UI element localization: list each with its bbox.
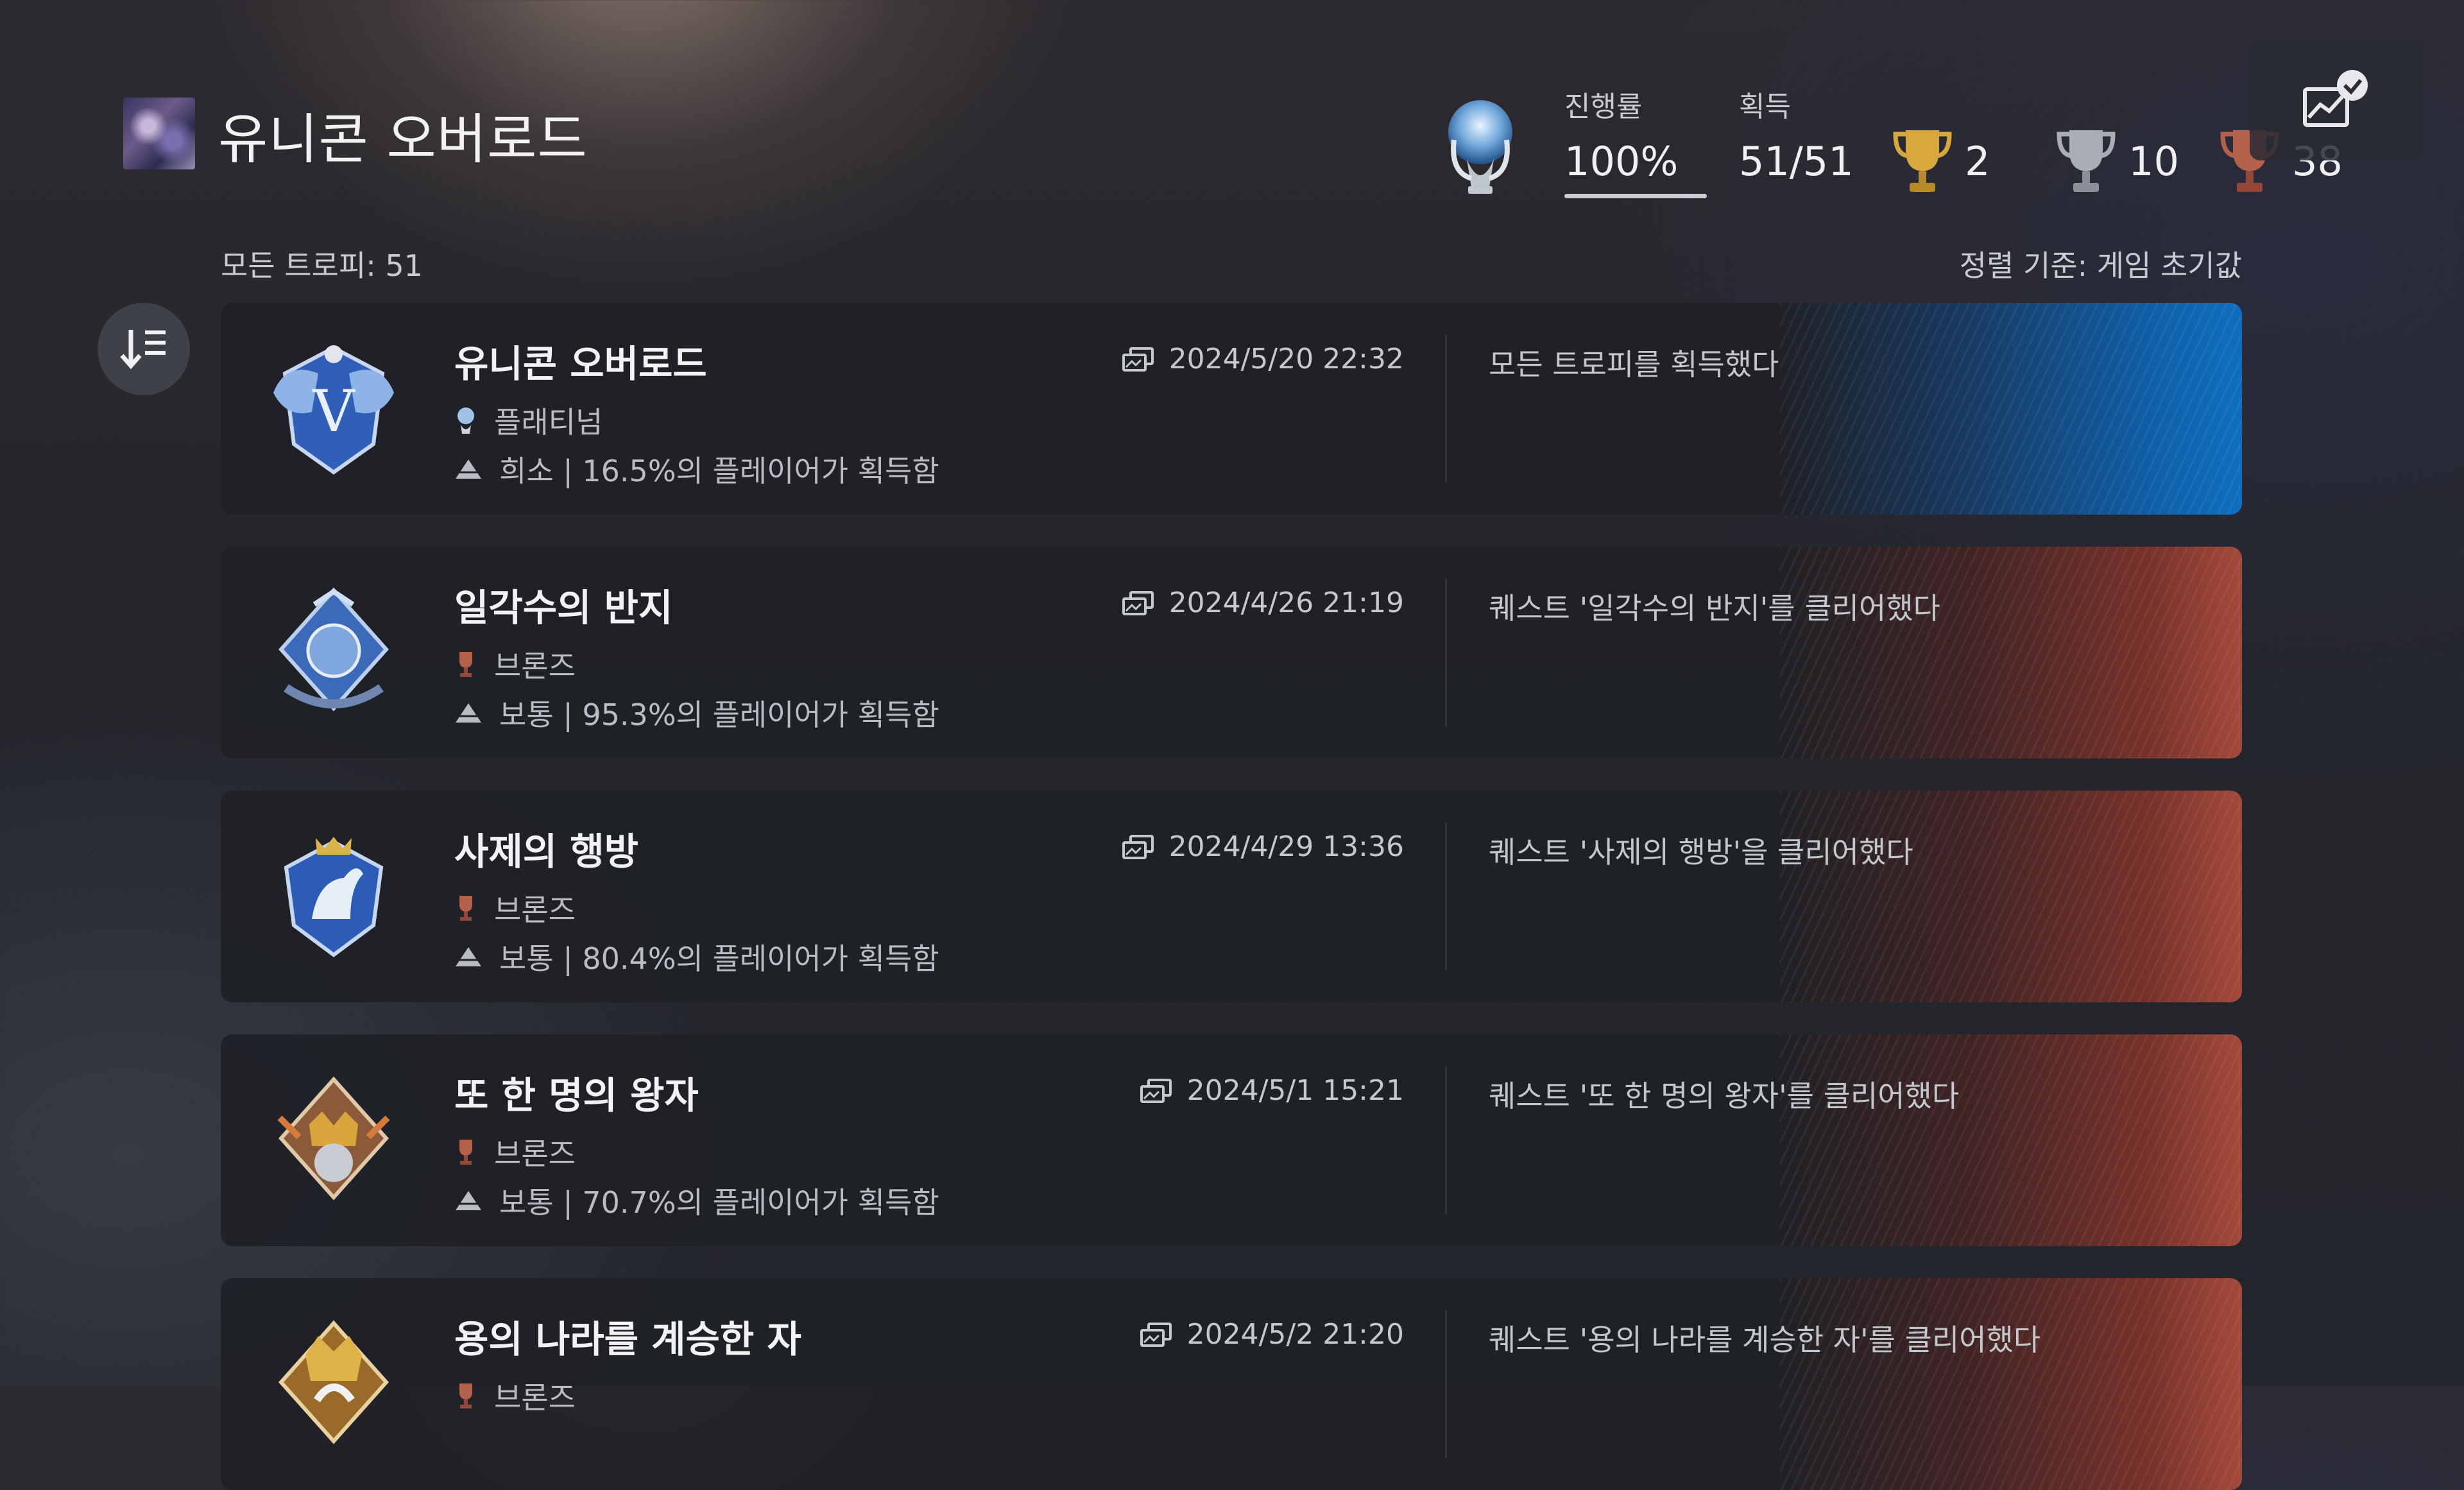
screenshot-icon xyxy=(1140,1078,1172,1103)
trophy-description: 모든 트로피를 획득했다 xyxy=(1489,347,1779,382)
card-accent-stripe xyxy=(1780,1278,2242,1490)
card-accent-stripe xyxy=(1780,791,2242,1002)
trophy-emblem-icon xyxy=(284,837,384,957)
trophy-name: 용의 나라를 계승한 자 xyxy=(454,1317,801,1361)
trophy-progress-button[interactable] xyxy=(2250,39,2423,160)
trophy-grade: 브론즈 xyxy=(494,1136,576,1171)
rarity-icon xyxy=(456,1191,481,1210)
total-trophies-label: 모든 트로피: 51 xyxy=(221,248,423,283)
platinum-trophy-icon xyxy=(1448,100,1512,194)
game-title: 유니콘 오버로드 xyxy=(218,108,588,171)
platinum-trophy-icon xyxy=(458,407,474,434)
trophy-rarity: 보통 | 95.3%의 플레이어가 획득함 xyxy=(499,698,939,732)
sort-order-label[interactable]: 정렬 기준: 게임 초기값 xyxy=(1960,243,2242,285)
gold-trophy-icon xyxy=(1893,130,1952,192)
bronze-trophy-icon xyxy=(459,652,472,677)
card-accent-stripe xyxy=(1780,1034,2242,1246)
card-accent-stripe xyxy=(1780,303,2242,515)
rarity-icon xyxy=(456,703,481,723)
screenshot-icon xyxy=(1140,1322,1172,1347)
card-divider xyxy=(1445,579,1447,726)
trophy-card[interactable]: 일각수의 반지 브론즈 보통 | 95.3%의 플레이어가 획득함 2024/4… xyxy=(221,547,2242,758)
trophy-earned-date: 2024/4/26 21:19 xyxy=(1168,587,1404,619)
trophy-card[interactable]: V 유니콘 오버로드 플래티넘 희소 | 16.5%의 플레이어가 획득함 20… xyxy=(221,303,2242,515)
trophy-description: 퀘스트 '사제의 행방'을 클리어했다 xyxy=(1489,835,1913,869)
trophy-earned-date: 2024/5/2 21:20 xyxy=(1186,1318,1404,1351)
card-divider xyxy=(1445,1066,1447,1214)
trophy-description: 퀘스트 '또 한 명의 왕자'를 클리어했다 xyxy=(1489,1079,1960,1113)
trophy-rarity: 보통 | 80.4%의 플레이어가 획득함 xyxy=(499,941,939,976)
card-accent-stripe xyxy=(1780,547,2242,758)
trophy-grade: 브론즈 xyxy=(494,649,576,683)
trophy-name: 또 한 명의 왕자 xyxy=(454,1074,699,1117)
trophy-description: 퀘스트 '일각수의 반지'를 클리어했다 xyxy=(1489,591,1940,626)
screenshot-icon xyxy=(1122,590,1154,615)
trophy-emblem-icon xyxy=(278,1320,389,1444)
progress-label: 진행률 xyxy=(1564,90,1643,123)
svg-text:V: V xyxy=(312,378,356,445)
screenshot-icon xyxy=(1122,347,1154,372)
trophy-name: 사제의 행방 xyxy=(454,830,638,873)
progress-bar xyxy=(1564,194,1707,198)
bronze-trophy-icon xyxy=(459,1383,472,1409)
earned-value: 51/51 xyxy=(1739,138,1854,185)
rarity-icon xyxy=(456,947,481,966)
trophy-card[interactable]: 사제의 행방 브론즈 보통 | 80.4%의 플레이어가 획득함 2024/4/… xyxy=(221,791,2242,1002)
trophy-earned-date: 2024/5/1 15:21 xyxy=(1186,1074,1404,1107)
progress-value: 100% xyxy=(1564,138,1679,185)
trophy-emblem-icon: V xyxy=(273,345,394,475)
card-divider xyxy=(1445,823,1447,970)
progress-chart-check-icon xyxy=(2303,70,2368,127)
trophy-emblem-icon xyxy=(278,587,389,712)
game-cover-thumbnail xyxy=(123,98,195,169)
bronze-trophy-icon xyxy=(459,896,472,921)
sort-button[interactable] xyxy=(98,303,190,395)
gold-count: 2 xyxy=(1965,138,1990,185)
trophy-grade: 브론즈 xyxy=(494,1380,576,1415)
screenshot-icon xyxy=(1122,834,1154,859)
silver-trophy-icon xyxy=(2057,130,2116,192)
trophy-name: 일각수의 반지 xyxy=(454,586,673,629)
sort-icon xyxy=(120,330,166,370)
earned-label: 획득 xyxy=(1739,90,1791,123)
trophy-card[interactable]: 또 한 명의 왕자 브론즈 보통 | 70.7%의 플레이어가 획득함 2024… xyxy=(221,1034,2242,1246)
trophy-emblem-icon xyxy=(277,1076,390,1201)
card-divider xyxy=(1445,335,1447,483)
trophy-earned-date: 2024/4/29 13:36 xyxy=(1168,830,1404,863)
trophy-grade: 브론즈 xyxy=(494,893,576,927)
trophy-earned-date: 2024/5/20 22:32 xyxy=(1168,343,1404,375)
silver-count: 10 xyxy=(2128,138,2179,185)
trophy-rarity: 희소 | 16.5%의 플레이어가 획득함 xyxy=(499,454,939,488)
trophy-rarity: 보통 | 70.7%의 플레이어가 획득함 xyxy=(499,1185,939,1220)
trophy-grade: 플래티넘 xyxy=(494,405,603,440)
bronze-trophy-icon xyxy=(459,1140,472,1165)
card-divider xyxy=(1445,1310,1447,1458)
trophy-card[interactable]: 용의 나라를 계승한 자 브론즈 2024/5/2 21:20 퀘스트 '용의 … xyxy=(221,1278,2242,1490)
trophy-name: 유니콘 오버로드 xyxy=(454,342,707,386)
trophy-description: 퀘스트 '용의 나라를 계승한 자'를 클리어했다 xyxy=(1489,1323,2041,1357)
rarity-icon xyxy=(456,459,481,479)
